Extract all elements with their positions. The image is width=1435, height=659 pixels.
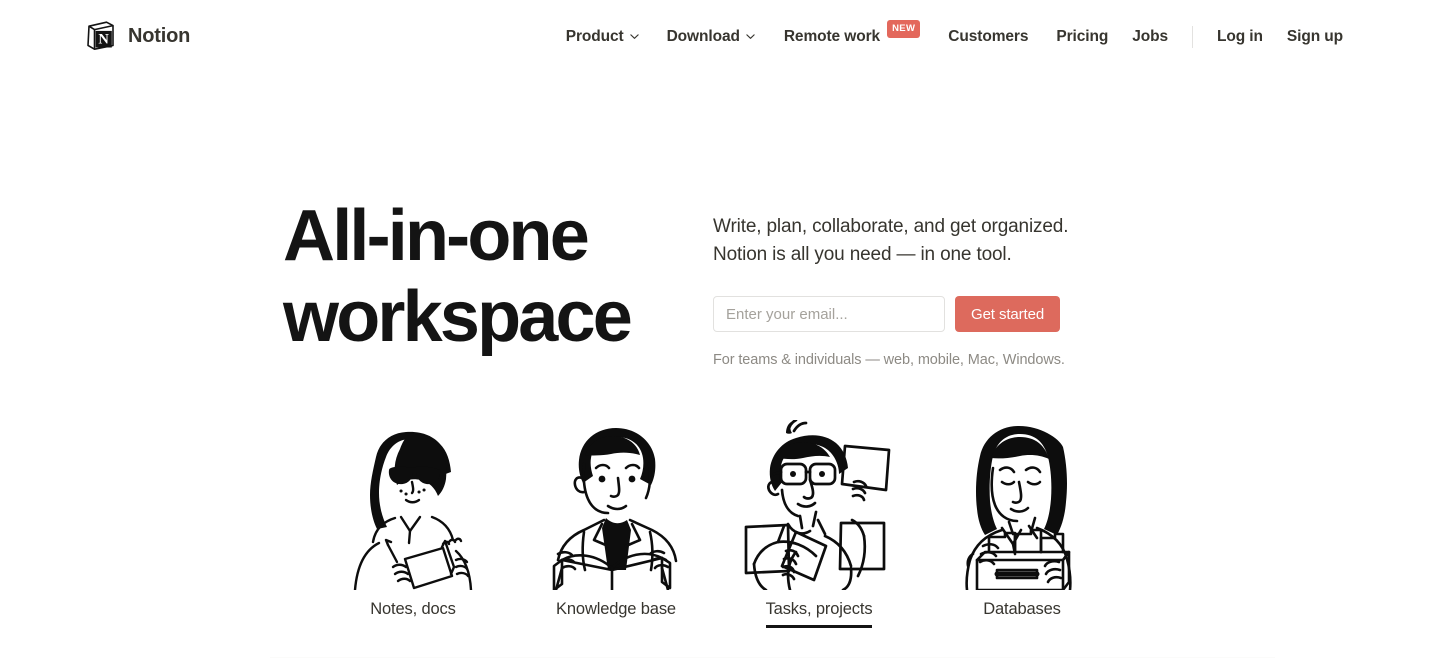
- hero-section: All-in-one workspace Write, plan, collab…: [0, 0, 1435, 420]
- hero-title-line-2: workspace: [283, 277, 633, 357]
- email-input[interactable]: [713, 296, 945, 332]
- person-holding-cards-illustration: [744, 420, 894, 590]
- person-sorting-folders-illustration: [947, 420, 1097, 590]
- hero-subtitle-line-1: Write, plan, collaborate, and get organi…: [713, 216, 1069, 237]
- hero-subtitle: Write, plan, collaborate, and get organi…: [713, 213, 1113, 269]
- hero-availability-note: For teams & individuals — web, mobile, M…: [713, 352, 1065, 368]
- section-divider: [270, 657, 1275, 658]
- hero-subtitle-line-2: Notion is all you need — in one tool.: [713, 244, 1012, 265]
- tab-notes-docs[interactable]: Notes, docs: [312, 420, 515, 628]
- tab-databases[interactable]: Databases: [921, 420, 1124, 628]
- signup-form: Get started: [713, 296, 1133, 332]
- notion-landing-page: N Notion Product Download Remote work NE…: [0, 0, 1435, 659]
- person-writing-notepad-illustration: [338, 420, 488, 590]
- page-title: All-in-one workspace: [283, 196, 713, 358]
- person-reading-book-illustration: [541, 420, 691, 590]
- tab-label: Tasks, projects: [765, 598, 873, 628]
- hero-title-line-1: All-in-one: [283, 196, 590, 276]
- tab-label: Knowledge base: [556, 600, 676, 618]
- hero-right-column: Write, plan, collaborate, and get organi…: [713, 213, 1133, 370]
- feature-tabs: Notes, docs Knowledge base Tasks, projec…: [0, 420, 1435, 659]
- tab-tasks-projects[interactable]: Tasks, projects: [718, 420, 921, 628]
- tab-label: Databases: [983, 600, 1061, 618]
- get-started-button[interactable]: Get started: [955, 296, 1061, 332]
- tab-knowledge-base[interactable]: Knowledge base: [515, 420, 718, 628]
- tab-label: Notes, docs: [370, 600, 456, 618]
